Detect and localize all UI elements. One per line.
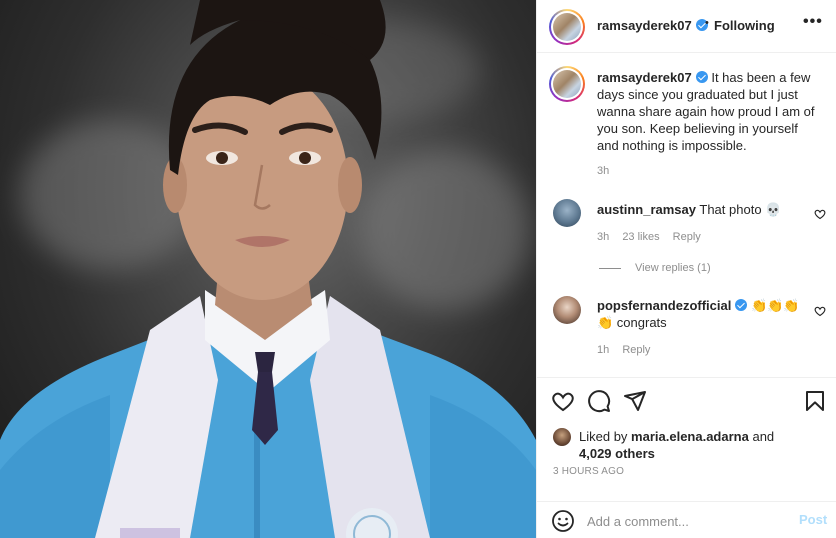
following-button[interactable]: Following bbox=[714, 18, 775, 33]
comment-text: That photo 💀 bbox=[699, 202, 782, 217]
caption-avatar-image bbox=[553, 70, 581, 98]
caption: ramsayderek07 It has been a few days sin… bbox=[597, 69, 819, 154]
comment-likes[interactable]: 23 likes bbox=[622, 231, 659, 243]
liked-by-avatar[interactable] bbox=[553, 428, 571, 446]
post-sidebar: ramsayderek07 • Following ••• ramsaydere… bbox=[536, 0, 836, 538]
liked-by-and: and bbox=[752, 429, 775, 444]
comment-avatar[interactable] bbox=[553, 199, 581, 227]
comment-username[interactable]: popsfernandezofficial bbox=[597, 298, 731, 313]
comments-section: ramsayderek07 It has been a few days sin… bbox=[537, 53, 836, 377]
comment-username[interactable]: austinn_ramsay bbox=[597, 202, 696, 217]
post-timestamp[interactable]: 3 HOURS AGO bbox=[553, 466, 624, 477]
comment: austinn_ramsay That photo 💀 bbox=[597, 201, 807, 218]
header-separator: • bbox=[705, 17, 709, 29]
share-paper-plane-icon[interactable] bbox=[623, 389, 647, 413]
comment-emoji: 👏👏👏 bbox=[750, 298, 800, 313]
liked-by: Liked by maria.elena.adarna and 4,029 ot… bbox=[579, 428, 819, 462]
comment-reply-button[interactable]: Reply bbox=[673, 231, 701, 243]
caption-username[interactable]: ramsayderek07 bbox=[597, 70, 692, 85]
like-comment-heart-icon[interactable] bbox=[814, 208, 826, 220]
like-comment-heart-icon[interactable] bbox=[814, 305, 826, 317]
liked-by-user[interactable]: maria.elena.adarna bbox=[631, 429, 749, 444]
verified-badge-icon bbox=[695, 71, 708, 83]
comment-meta: 3h 23 likes Reply bbox=[597, 231, 711, 243]
post-comment-button[interactable]: Post bbox=[799, 512, 827, 527]
bookmark-icon[interactable] bbox=[803, 389, 827, 413]
add-comment-input[interactable] bbox=[587, 510, 777, 532]
post-actions: Liked by maria.elena.adarna and 4,029 ot… bbox=[537, 377, 836, 538]
author-avatar[interactable] bbox=[549, 9, 585, 45]
comment-bubble-icon[interactable] bbox=[587, 389, 611, 413]
replies-divider bbox=[599, 268, 621, 269]
liked-by-prefix: Liked by bbox=[579, 429, 628, 444]
post-header: ramsayderek07 • Following ••• bbox=[537, 0, 836, 53]
comment-text: 👏 congrats bbox=[597, 315, 667, 330]
caption-avatar[interactable] bbox=[549, 66, 585, 102]
instagram-post: ramsayderek07 • Following ••• ramsaydere… bbox=[0, 0, 836, 538]
caption-meta: 3h bbox=[597, 165, 619, 177]
author-username-text[interactable]: ramsayderek07 bbox=[597, 18, 692, 33]
comment-reply-button[interactable]: Reply bbox=[622, 344, 650, 356]
like-heart-icon[interactable] bbox=[551, 389, 575, 413]
emoji-smile-icon[interactable] bbox=[551, 509, 575, 533]
view-replies-button[interactable]: View replies (1) bbox=[635, 262, 711, 274]
likes-count[interactable]: 4,029 others bbox=[579, 446, 655, 461]
comment-time[interactable]: 1h bbox=[597, 344, 609, 356]
author-avatar-image bbox=[553, 13, 581, 41]
comment-meta: 1h Reply bbox=[597, 344, 660, 356]
author-username[interactable]: ramsayderek07 bbox=[597, 18, 708, 33]
more-horizontal-icon[interactable]: ••• bbox=[803, 13, 823, 31]
comment-time[interactable]: 3h bbox=[597, 231, 609, 243]
comment-avatar[interactable] bbox=[553, 296, 581, 324]
add-comment-row: Post bbox=[537, 501, 836, 538]
post-photo[interactable] bbox=[0, 0, 536, 538]
graduate-portrait bbox=[0, 0, 536, 538]
caption-time[interactable]: 3h bbox=[597, 165, 609, 177]
verified-badge-icon bbox=[735, 299, 748, 311]
comment: popsfernandezofficial 👏👏👏 👏 congrats bbox=[597, 297, 807, 331]
